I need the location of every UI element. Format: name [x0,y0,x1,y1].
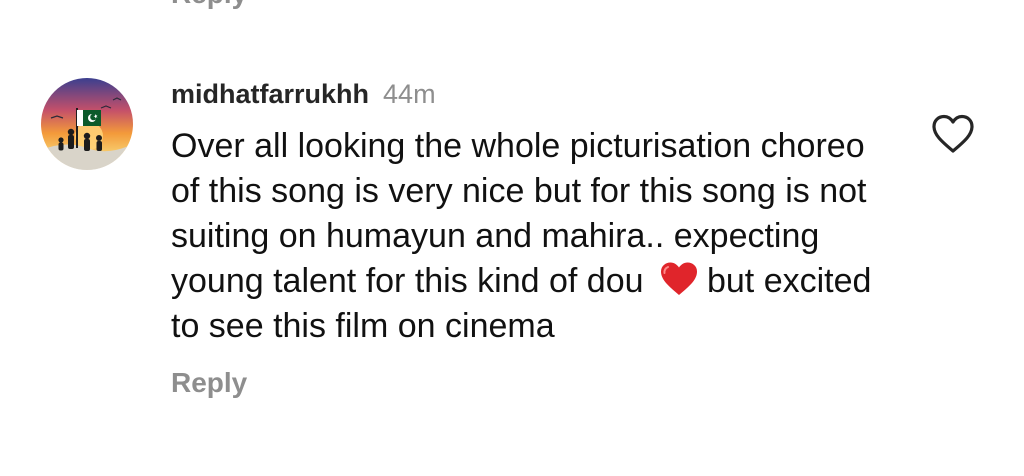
comment-time: 44m [383,78,436,109]
comment-thread: Reply [0,0,1024,476]
username[interactable]: midhatfarrukhh [171,79,369,110]
like-button[interactable] [929,112,977,156]
comment: midhatfarrukhh 44m Over all looking the … [171,72,891,399]
reply-button[interactable]: Reply [171,367,247,399]
comment-text: Over all looking the whole picturisation… [171,124,891,349]
red-heart-icon [659,261,699,297]
avatar[interactable] [41,78,133,170]
previous-reply-button[interactable]: Reply [171,0,247,10]
comment-meta: midhatfarrukhh 44m [171,72,891,116]
heart-outline-icon [932,114,974,153]
avatar-image [41,78,133,170]
